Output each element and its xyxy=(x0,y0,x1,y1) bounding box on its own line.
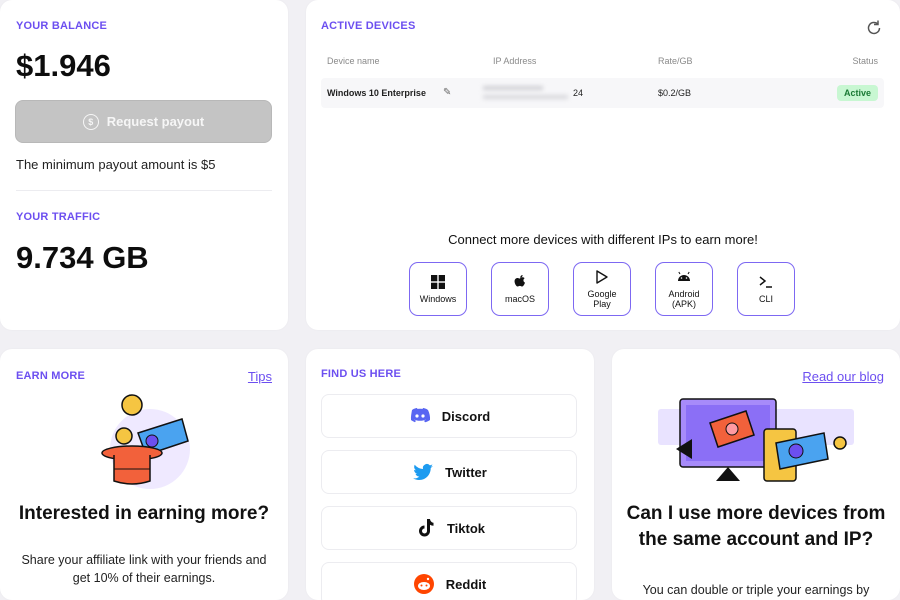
platform-google-play-button[interactable]: Google Play xyxy=(573,262,631,316)
terminal-icon xyxy=(759,276,772,288)
traffic-amount: 9.734 GB xyxy=(16,240,149,275)
devices-illustration xyxy=(658,398,854,482)
column-device-name: Device name xyxy=(327,56,380,66)
ip-address-redacted xyxy=(483,86,568,99)
earn-more-card: EARN MORE Tips Interested in earning mor… xyxy=(0,349,288,600)
read-blog-link[interactable]: Read our blog xyxy=(802,369,884,384)
column-rate: Rate/GB xyxy=(658,56,693,66)
earn-more-description: Share your affiliate link with your frie… xyxy=(21,553,267,585)
request-payout-label: Request payout xyxy=(106,114,205,129)
status-badge: Active xyxy=(836,85,878,101)
column-status: Status xyxy=(852,56,878,66)
dollar-coin-icon: $ xyxy=(82,113,99,130)
traffic-title: YOUR TRAFFIC xyxy=(16,211,101,223)
tips-link[interactable]: Tips xyxy=(248,369,272,384)
discord-icon xyxy=(410,408,430,423)
device-rate: $0.2/GB xyxy=(658,88,692,98)
platform-android-button[interactable]: Android (APK) xyxy=(655,262,713,316)
active-devices-card: ACTIVE DEVICES Device name IP Address Ra… xyxy=(306,0,900,330)
google-play-icon xyxy=(596,270,608,284)
refresh-icon[interactable] xyxy=(864,18,884,38)
table-row[interactable]: Windows 10 Enterprise ✎ 24 $0.2/GB Activ… xyxy=(321,78,884,108)
connect-more-text: Connect more devices with different IPs … xyxy=(448,232,758,247)
reddit-button[interactable]: Reddit xyxy=(321,562,577,600)
find-us-title: FIND US HERE xyxy=(321,368,402,380)
windows-icon xyxy=(431,275,445,289)
tiktok-label: Tiktok xyxy=(446,520,486,536)
apple-icon xyxy=(514,275,525,287)
blog-card: Read our blog Can I use more devices fro… xyxy=(612,349,900,600)
balance-title: YOUR BALANCE xyxy=(16,20,108,32)
earn-more-heading: Interested in earning more? xyxy=(18,503,270,524)
reddit-icon xyxy=(413,574,434,594)
discord-label: Discord xyxy=(441,408,491,424)
divider xyxy=(16,190,272,191)
twitter-label: Twitter xyxy=(445,464,487,480)
balance-amount: $1.946 xyxy=(16,48,111,83)
active-devices-title: ACTIVE DEVICES xyxy=(321,20,416,32)
platform-label: Android (APK) xyxy=(668,289,700,309)
platform-label: Google Play xyxy=(587,289,617,309)
platform-label: macOS xyxy=(504,294,535,304)
discord-button[interactable]: Discord xyxy=(321,394,577,438)
blog-heading: Can I use more devices from the same acc… xyxy=(626,503,886,550)
minimum-payout-note: The minimum payout amount is $5 xyxy=(16,157,216,172)
tiktok-button[interactable]: Tiktok xyxy=(321,506,577,550)
android-icon xyxy=(678,271,690,281)
blog-description: You can double or triple your earnings b… xyxy=(642,583,870,597)
platform-cli-button[interactable]: CLI xyxy=(737,262,795,316)
money-hat-illustration xyxy=(101,394,190,489)
ip-address-suffix: 24 xyxy=(573,88,584,98)
twitter-icon xyxy=(413,464,434,481)
platform-label: CLI xyxy=(758,294,773,304)
edit-pencil-icon[interactable]: ✎ xyxy=(443,87,451,98)
earn-more-title: EARN MORE xyxy=(16,370,86,382)
request-payout-button[interactable]: $ Request payout xyxy=(15,100,272,143)
device-name: Windows 10 Enterprise xyxy=(327,88,426,98)
platform-macos-button[interactable]: macOS xyxy=(491,262,549,316)
find-us-card: FIND US HERE Discord Twitter Tiktok Redd… xyxy=(306,349,594,600)
tiktok-icon xyxy=(418,519,434,537)
column-ip-address: IP Address xyxy=(493,56,537,66)
platform-windows-button[interactable]: Windows xyxy=(409,262,467,316)
twitter-button[interactable]: Twitter xyxy=(321,450,577,494)
balance-card: YOUR BALANCE $1.946 $ Request payout The… xyxy=(0,0,288,330)
reddit-label: Reddit xyxy=(445,576,487,592)
platform-label: Windows xyxy=(419,294,457,304)
